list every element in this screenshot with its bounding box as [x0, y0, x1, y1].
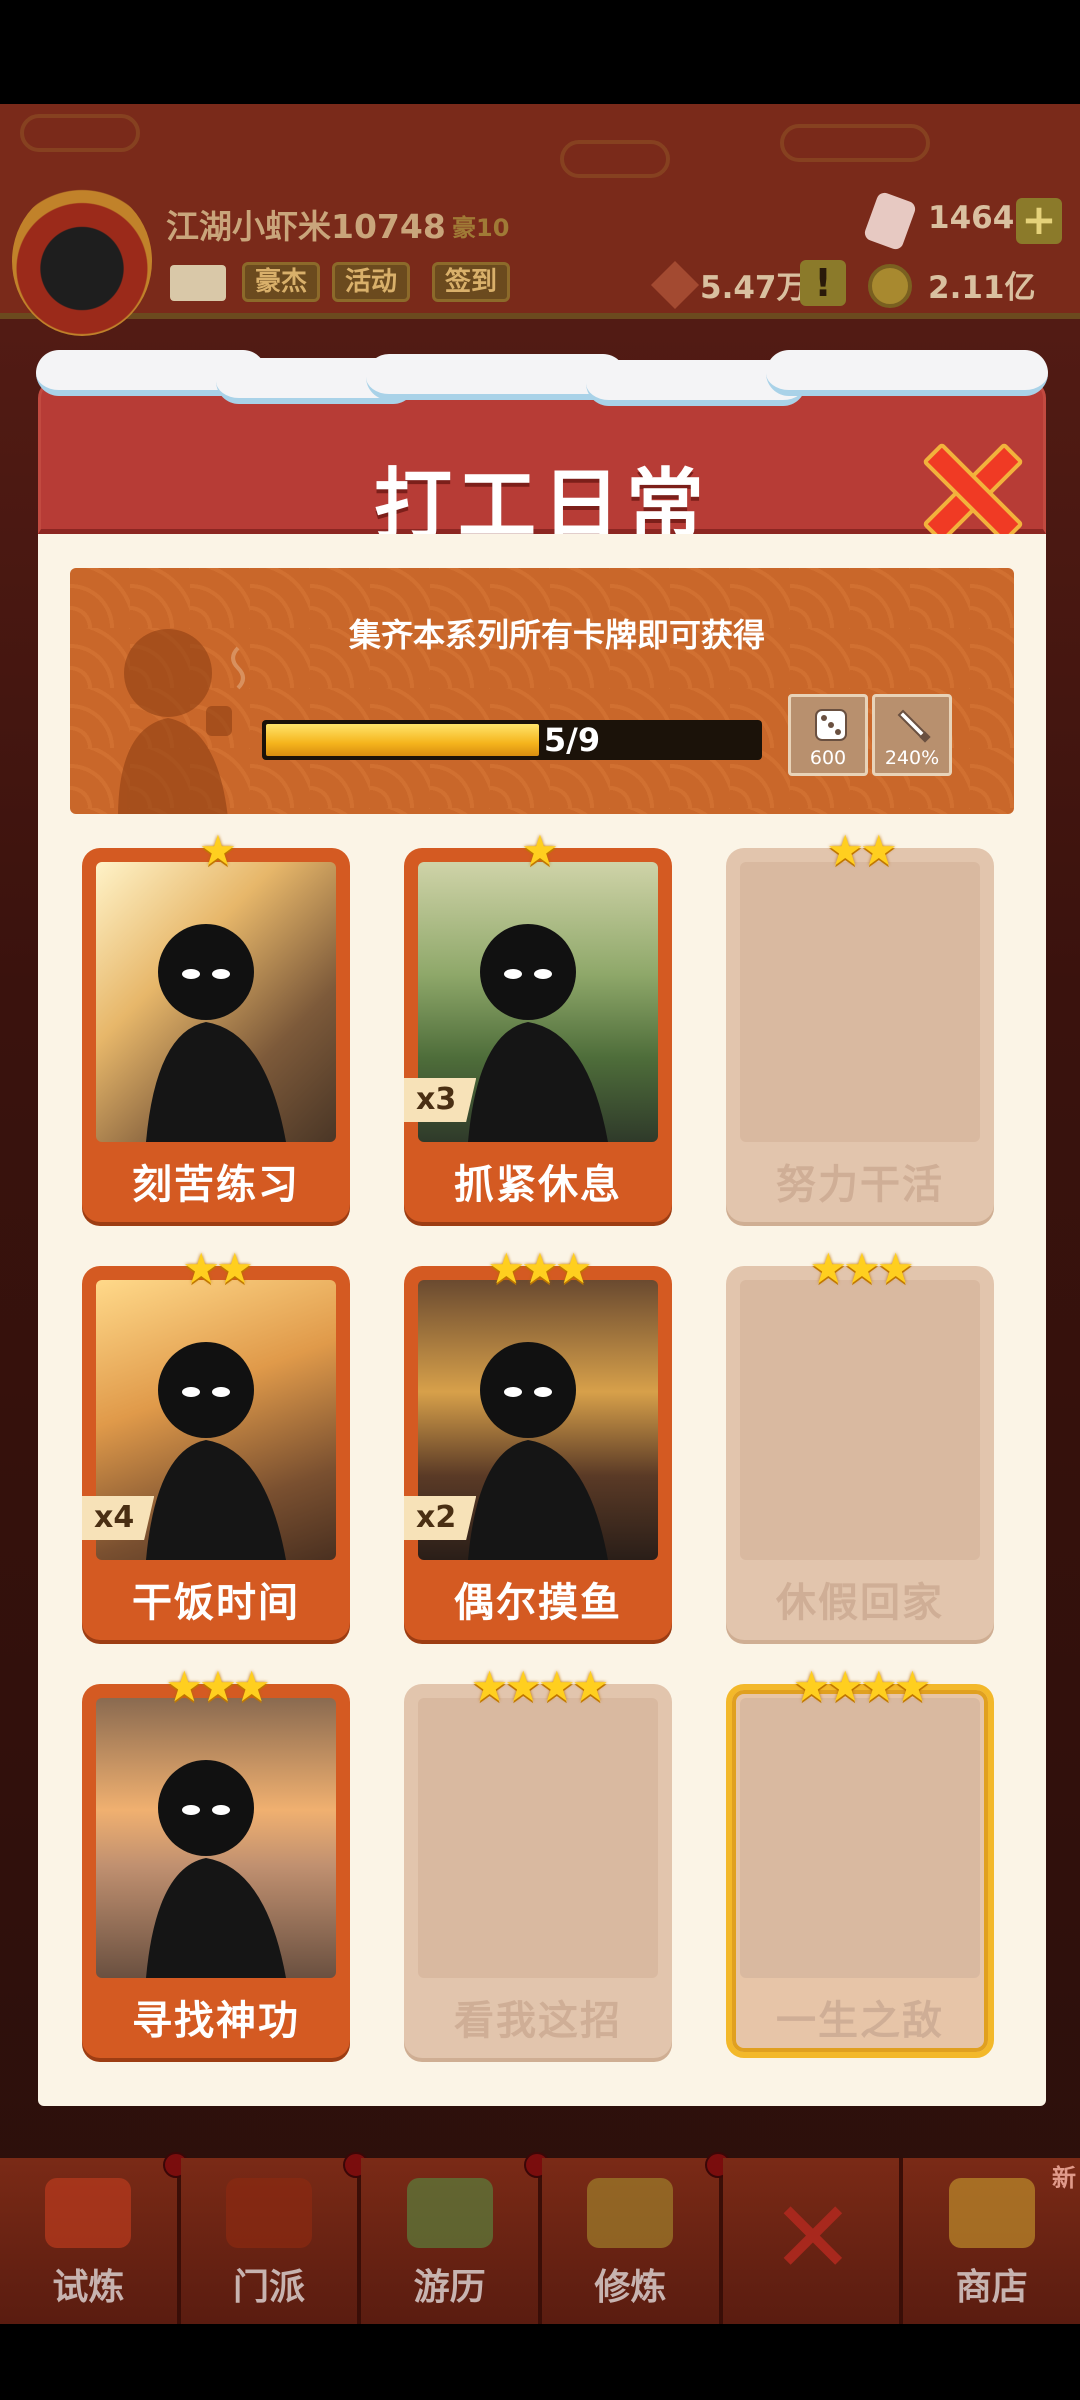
- ticket-count: 5.47万: [700, 270, 808, 306]
- card-6[interactable]: ★★★ 休假回家: [726, 1248, 994, 1640]
- dice-icon: [815, 709, 847, 741]
- star-rating: ★★: [826, 826, 897, 875]
- reward-sword[interactable]: 240%: [872, 694, 952, 776]
- star-rating: ★★★: [809, 1244, 915, 1293]
- card-placeholder: [740, 862, 980, 1142]
- hero-button[interactable]: 豪杰: [242, 262, 321, 302]
- nav-label: 商店: [955, 2267, 1028, 2308]
- nav-label: 门派: [233, 2267, 306, 2308]
- card-name: 休假回家: [776, 1580, 944, 1626]
- star-rating: ★★★: [487, 1244, 593, 1293]
- top-hud: [0, 104, 1080, 319]
- card-placeholder: [740, 1698, 980, 1978]
- nav-cultivate[interactable]: 修炼: [542, 2152, 731, 2324]
- star-rating: ★★: [182, 1244, 253, 1293]
- close-button[interactable]: [921, 441, 1017, 537]
- system-nav-bar: [0, 2324, 1080, 2400]
- card-5[interactable]: ★★★ x2 偶尔摸鱼: [404, 1248, 672, 1640]
- card-8[interactable]: ★★★★ 看我这招: [404, 1666, 672, 2058]
- player-name: 江湖小虾米10748: [166, 207, 446, 246]
- card-name: 一生之敌: [776, 1998, 944, 2044]
- card-artwork: [96, 862, 336, 1142]
- vip-level: 豪10: [452, 214, 510, 242]
- reward-value: 240%: [884, 747, 940, 769]
- card-name: 抓紧休息: [454, 1162, 622, 1208]
- shop-icon: [948, 2178, 1035, 2248]
- card-collection-dialog: 打工日常 集齐本系列所有卡牌即可获得 5/9 600 240% ★ 刻苦练习 ★…: [36, 350, 1048, 2106]
- star-rating: ★: [199, 826, 237, 875]
- card-placeholder: [418, 1698, 658, 1978]
- bottom-nav: 试炼 门派 游历 修炼 ✕ 商店 新: [0, 2152, 1080, 2324]
- card-4[interactable]: ★★ x4 干饭时间: [82, 1248, 350, 1640]
- card-1[interactable]: ★ 刻苦练习: [82, 830, 350, 1222]
- cloud-decoration: [20, 114, 140, 152]
- dialog-body: 集齐本系列所有卡牌即可获得 5/9 600 240% ★ 刻苦练习 ★ x3 抓…: [38, 534, 1046, 2106]
- nav-travel[interactable]: 游历: [361, 2152, 551, 2324]
- nav-label: 试炼: [52, 2267, 125, 2308]
- mail-icon[interactable]: [170, 265, 226, 301]
- collection-progress-bar: 5/9: [262, 720, 762, 760]
- card-2[interactable]: ★ x3 抓紧休息: [404, 830, 672, 1222]
- star-rating: ★★★: [165, 1662, 271, 1711]
- event-button[interactable]: 活动: [332, 262, 411, 302]
- nav-shop[interactable]: 商店 新: [903, 2158, 1080, 2324]
- nav-label: 游历: [413, 2267, 486, 2308]
- card-7[interactable]: ★★★ 寻找神功: [82, 1666, 350, 2058]
- card-placeholder: [740, 1280, 980, 1560]
- nav-close[interactable]: ✕: [722, 2158, 904, 2324]
- progress-label: 5/9: [543, 721, 601, 759]
- new-badge: 新: [1052, 2164, 1077, 2192]
- nav-sect[interactable]: 门派: [180, 2152, 370, 2324]
- card-artwork: [96, 1698, 336, 1978]
- card-name: 干饭时间: [132, 1580, 300, 1626]
- card-name: 偶尔摸鱼: [454, 1580, 622, 1626]
- checkin-button[interactable]: 签到: [432, 262, 511, 302]
- card-name: 努力干活: [776, 1162, 944, 1208]
- cloud-decoration: [780, 124, 930, 162]
- star-rating: ★★★★: [792, 1662, 932, 1711]
- add-gems-button[interactable]: +: [1016, 198, 1062, 244]
- duplicate-count-badge: x2: [404, 1496, 477, 1540]
- card-name: 刻苦练习: [132, 1162, 300, 1208]
- duplicate-count-badge: x3: [404, 1078, 477, 1122]
- player-avatar[interactable]: [12, 186, 152, 336]
- reward-dice[interactable]: 600: [788, 694, 868, 776]
- card-name: 寻找神功: [132, 1998, 300, 2044]
- card-9[interactable]: ★★★★ 一生之敌: [726, 1666, 994, 2058]
- star-rating: ★★★★: [470, 1662, 610, 1711]
- card-name: 看我这招: [454, 1998, 622, 2044]
- dialog-header: 打工日常: [38, 380, 1046, 551]
- coin-count: 2.11亿: [928, 270, 1036, 306]
- series-banner: 集齐本系列所有卡牌即可获得 5/9 600 240%: [70, 568, 1014, 814]
- duplicate-count-badge: x4: [82, 1496, 155, 1540]
- banner-description: 集齐本系列所有卡牌即可获得: [348, 616, 765, 654]
- reward-value: 600: [809, 747, 847, 769]
- status-bar: [0, 0, 1080, 104]
- scroll-icon: [587, 2178, 674, 2248]
- gem-count: 1464: [928, 200, 1015, 236]
- coin-icon: [868, 264, 912, 308]
- star-rating: ★: [521, 826, 559, 875]
- cloud-decoration: [560, 140, 670, 178]
- alert-button[interactable]: !: [800, 260, 846, 306]
- snow-decoration: [36, 350, 1048, 406]
- sword-icon: [897, 709, 931, 743]
- nav-label: 修炼: [594, 2267, 667, 2308]
- mountain-icon: [406, 2178, 493, 2248]
- firecracker-icon: [45, 2178, 132, 2248]
- temple-icon: [226, 2178, 312, 2248]
- game-screen: { "player": { "name": "江湖小虾米10748", "vip…: [0, 0, 1080, 2400]
- nav-trial[interactable]: 试炼: [0, 2152, 189, 2324]
- close-icon: ✕: [771, 2179, 855, 2296]
- card-3[interactable]: ★★ 努力干活: [726, 830, 994, 1222]
